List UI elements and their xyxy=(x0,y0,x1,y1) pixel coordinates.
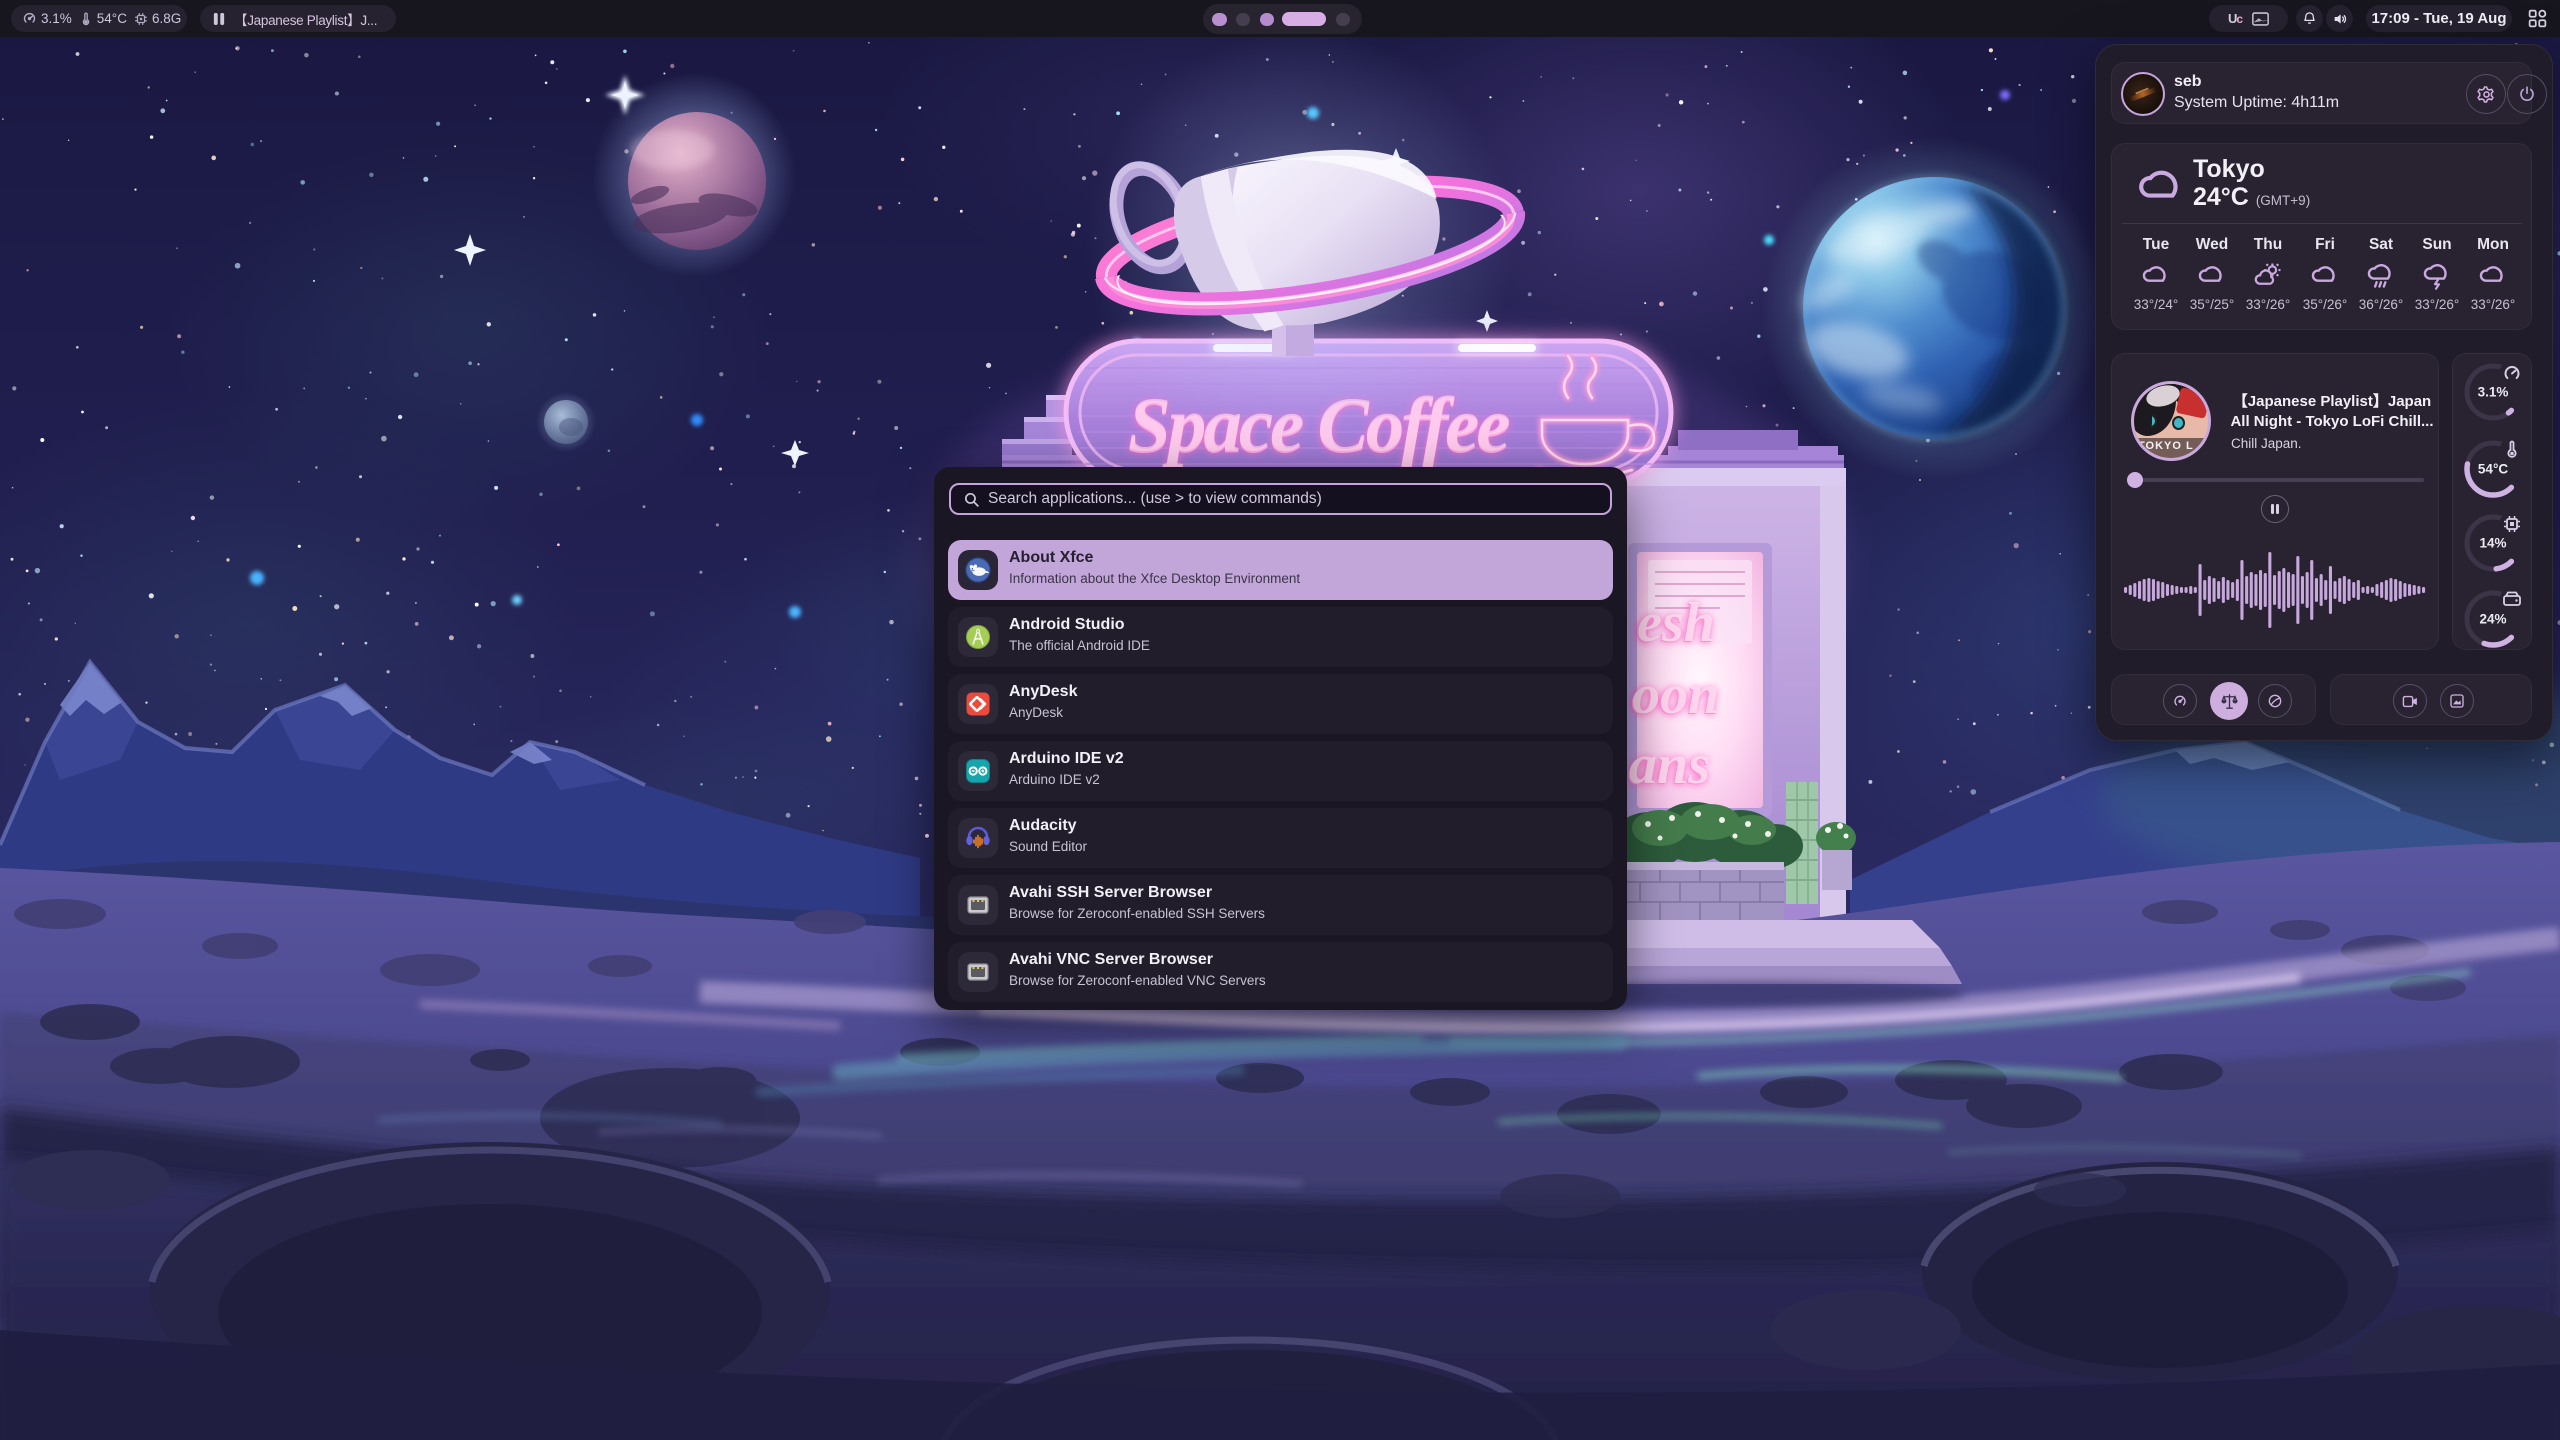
svg-text:54°C: 54°C xyxy=(2478,462,2508,477)
svg-text:ans: ans xyxy=(1629,734,1710,796)
svg-text:14%: 14% xyxy=(2479,536,2506,551)
svg-text:esh: esh xyxy=(1637,592,1715,654)
svg-text:3.1%: 3.1% xyxy=(2478,385,2509,400)
svg-text:oon: oon xyxy=(1632,664,1719,726)
svg-text:24%: 24% xyxy=(2479,612,2506,627)
